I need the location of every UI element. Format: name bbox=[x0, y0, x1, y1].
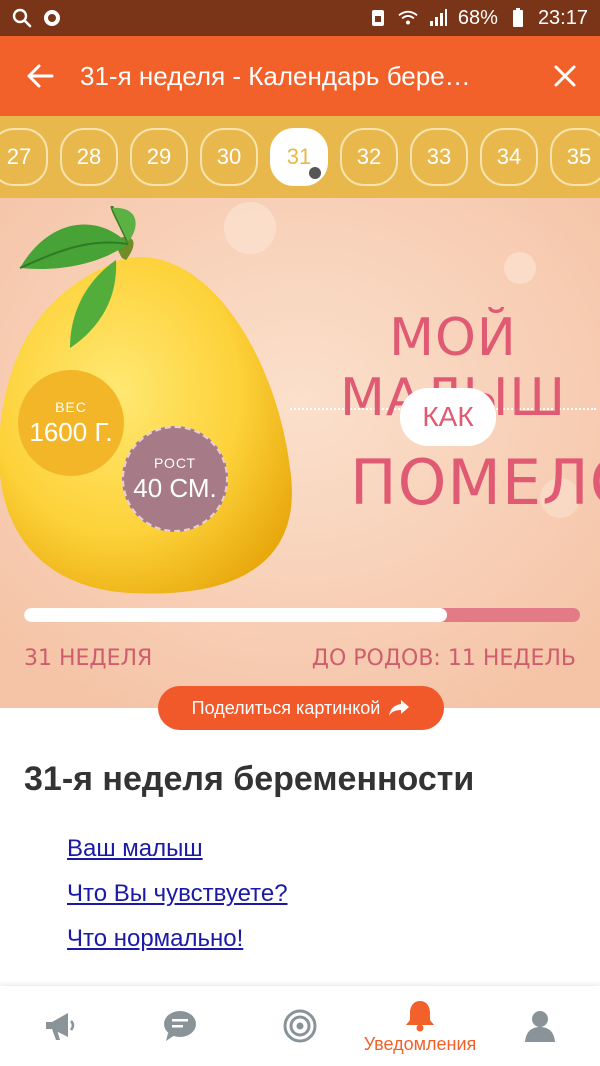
arrow-left-icon bbox=[27, 64, 54, 88]
nav-news[interactable] bbox=[0, 986, 120, 1066]
height-value: 40 СМ. bbox=[133, 472, 217, 503]
battery-icon bbox=[508, 8, 528, 28]
hero-headline-2: ПОМЕЛО bbox=[350, 446, 600, 519]
weight-value: 1600 Г. bbox=[29, 416, 113, 447]
target-icon bbox=[283, 1009, 317, 1043]
article-title: 31-я неделя беременности bbox=[24, 760, 475, 798]
week-chip-31-selected[interactable]: 31 bbox=[270, 128, 328, 186]
week-chip-28[interactable]: 28 bbox=[60, 128, 118, 186]
nav-goals[interactable] bbox=[240, 986, 360, 1066]
app-bar: 31-я неделя - Календарь бере… bbox=[0, 36, 600, 116]
megaphone-icon bbox=[46, 1013, 75, 1040]
week-chip-32[interactable]: 32 bbox=[340, 128, 398, 186]
weight-badge: ВЕС 1600 Г. bbox=[18, 370, 124, 476]
bottom-navigation: Уведомления bbox=[0, 986, 600, 1066]
share-arrow-icon bbox=[389, 700, 410, 716]
nav-profile[interactable] bbox=[480, 986, 600, 1066]
nav-notifications[interactable]: Уведомления bbox=[360, 986, 480, 1066]
nav-chat[interactable] bbox=[120, 986, 240, 1066]
toc-link-normal[interactable]: Что нормально! bbox=[67, 925, 288, 953]
current-week-text: 31 НЕДЕЛЯ bbox=[24, 646, 153, 671]
weeks-remaining-text: ДО РОДОВ: 11 НЕДЕЛЬ bbox=[311, 646, 576, 671]
height-badge: РОСТ 40 СМ. bbox=[122, 426, 228, 532]
toc-link-feelings[interactable]: Что Вы чувствуете? bbox=[67, 880, 288, 908]
share-image-button[interactable]: Поделиться картинкой bbox=[158, 686, 444, 730]
search-icon bbox=[12, 8, 32, 28]
signal-icon bbox=[428, 8, 448, 28]
app-notification-icon bbox=[42, 8, 62, 28]
week-chip-33[interactable]: 33 bbox=[410, 128, 468, 186]
share-image-label: Поделиться картинкой bbox=[191, 697, 381, 718]
clock: 23:17 bbox=[537, 6, 588, 29]
battery-percent: 68% bbox=[457, 6, 498, 29]
week-chip-29[interactable]: 29 bbox=[130, 128, 188, 186]
week-illustration: ВЕС 1600 Г. РОСТ 40 СМ. МОЙ МАЛЫШ КАК ПО… bbox=[0, 198, 600, 708]
height-label: РОСТ bbox=[153, 454, 197, 471]
pregnancy-progress-fill bbox=[24, 608, 447, 622]
weight-label: ВЕС bbox=[55, 398, 87, 415]
nav-notifications-label: Уведомления bbox=[363, 1033, 477, 1054]
week-chip-34[interactable]: 34 bbox=[480, 128, 538, 186]
hero-headline-kak: КАК bbox=[400, 388, 496, 446]
bell-icon bbox=[406, 1000, 434, 1031]
baby-avatar-icon bbox=[307, 165, 323, 181]
week-chip-30[interactable]: 30 bbox=[200, 128, 258, 186]
pregnancy-progress-bar bbox=[24, 608, 580, 622]
week-chip-35[interactable]: 35 bbox=[550, 128, 600, 186]
sim-icon bbox=[368, 8, 388, 28]
close-icon bbox=[554, 65, 576, 87]
week-selector: 27 28 29 30 31 32 33 34 35 bbox=[0, 116, 600, 198]
page-title-bar: 31-я неделя - Календарь бере… bbox=[80, 60, 471, 91]
wifi-icon bbox=[398, 8, 418, 28]
status-bar: 68% 23:17 bbox=[0, 0, 600, 36]
week-chip-27[interactable]: 27 bbox=[0, 128, 48, 186]
person-icon bbox=[525, 1011, 555, 1042]
toc-link-baby[interactable]: Ваш малыш bbox=[67, 835, 288, 863]
table-of-contents: Ваш малыш Что Вы чувствуете? Что нормаль… bbox=[67, 835, 288, 970]
close-button[interactable] bbox=[530, 36, 600, 116]
back-button[interactable] bbox=[0, 36, 80, 116]
article: 31-я неделя беременности Ваш малыш Что В… bbox=[0, 730, 600, 986]
chat-bubble-icon bbox=[164, 1011, 196, 1041]
week-chip-label: 31 bbox=[286, 144, 312, 169]
